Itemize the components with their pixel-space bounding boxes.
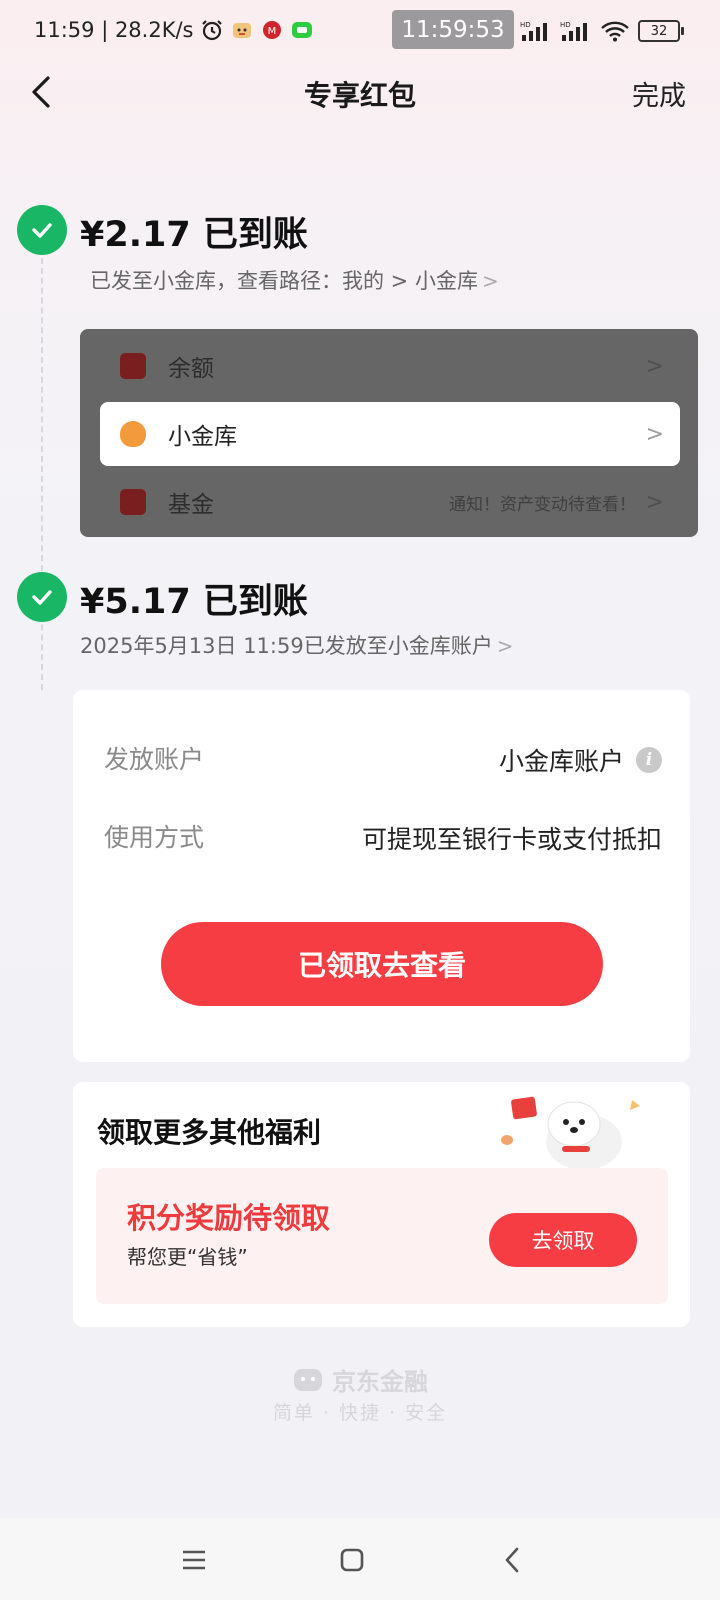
home-nav-button[interactable] [332, 1540, 372, 1580]
fund-chart-icon [120, 489, 146, 515]
app-notification-icon [232, 23, 251, 38]
svg-text:M: M [267, 26, 276, 37]
battery-indicator: 32 [638, 20, 684, 42]
signal-icon: HD [520, 21, 547, 41]
points-reward-heading: 积分奖励待领取 [127, 1201, 331, 1235]
info-icon[interactable]: i [636, 747, 662, 773]
page-title: 专享红包 [303, 79, 416, 112]
entry2-amount: ¥5.17 已到账 [80, 582, 308, 622]
svg-text:HD: HD [520, 21, 531, 29]
system-navigation-bar [0, 1518, 720, 1600]
brand-name: 京东金融 [332, 1368, 428, 1396]
menu-item-xiaojinku[interactable]: 小金库 > [100, 402, 680, 466]
menu-item-label: 余额 [168, 356, 214, 382]
check-circle-icon [17, 572, 67, 622]
alarm-icon [201, 20, 222, 41]
chevron-right-icon: > [496, 634, 514, 658]
back-nav-button[interactable] [492, 1540, 532, 1580]
view-claimed-button[interactable]: 已领取去查看 [161, 922, 603, 1006]
menu-item-fund[interactable]: 基金 通知！资产变动待查看！ > [100, 470, 680, 534]
account-value-row: 小金库账户 i [499, 742, 662, 778]
home-square-icon [340, 1548, 364, 1572]
points-reward-subtext: 帮您更“省钱” [127, 1245, 248, 1269]
jd-finance-logo-icon [294, 1368, 322, 1391]
entry1-subtitle: 已发至小金库，查看路径：我的 > 小金库 [90, 269, 478, 293]
status-bar-left: 11:59 | 28.2K/s M [34, 18, 314, 42]
menu-item-label: 小金库 [168, 424, 237, 450]
check-circle-icon [17, 205, 67, 255]
entry1-amount: ¥2.17 已到账 [80, 215, 308, 255]
entry2-subtitle: 2025年5月13日 11:59已发放至小金库账户 [80, 634, 493, 658]
fund-notification-text: 通知！资产变动待查看！ [449, 494, 636, 515]
usage-label: 使用方式 [104, 823, 205, 852]
menu-nav-button[interactable] [174, 1540, 214, 1580]
account-value: 小金库账户 [498, 747, 624, 776]
signal-icon-2: HD [560, 21, 587, 41]
chevron-right-icon: > [645, 489, 664, 515]
bank-app-icon: M [262, 21, 281, 39]
claim-button[interactable]: 去领取 [489, 1213, 637, 1267]
account-label: 发放账户 [104, 745, 205, 774]
menu-item-balance[interactable]: 余额 > [100, 334, 680, 398]
chevron-right-icon: > [481, 269, 499, 293]
money-bag-icon [120, 421, 146, 447]
status-center-time: 11:59:53 [392, 10, 514, 49]
timeline-connector [41, 248, 43, 690]
status-bar-right: HD HD 32 [520, 20, 684, 42]
wallet-icon [120, 353, 146, 379]
chevron-right-icon: > [645, 421, 664, 447]
entry1-path-link[interactable]: 已发至小金库，查看路径：我的 > 小金库 > [90, 265, 499, 295]
chevron-right-icon: > [645, 353, 664, 379]
wifi-icon [601, 21, 629, 42]
mascot-illustration [501, 1096, 640, 1170]
message-icon [291, 22, 312, 38]
menu-icon [183, 1550, 205, 1570]
svg-text:HD: HD [560, 21, 571, 29]
menu-item-label: 基金 [168, 492, 214, 518]
status-time-speed: 11:59 | 28.2K/s [34, 18, 194, 42]
usage-value: 可提现至银行卡或支付抵扣 [361, 825, 662, 854]
brand-footer: 京东金融 [0, 1362, 720, 1397]
done-button[interactable]: 完成 [632, 74, 686, 113]
chevron-left-icon [505, 1547, 519, 1573]
entry2-detail-link[interactable]: 2025年5月13日 11:59已发放至小金库账户 > [80, 630, 513, 660]
brand-slogan: 简单 · 快捷 · 安全 [272, 1402, 448, 1424]
benefits-title: 领取更多其他福利 [97, 1116, 322, 1149]
